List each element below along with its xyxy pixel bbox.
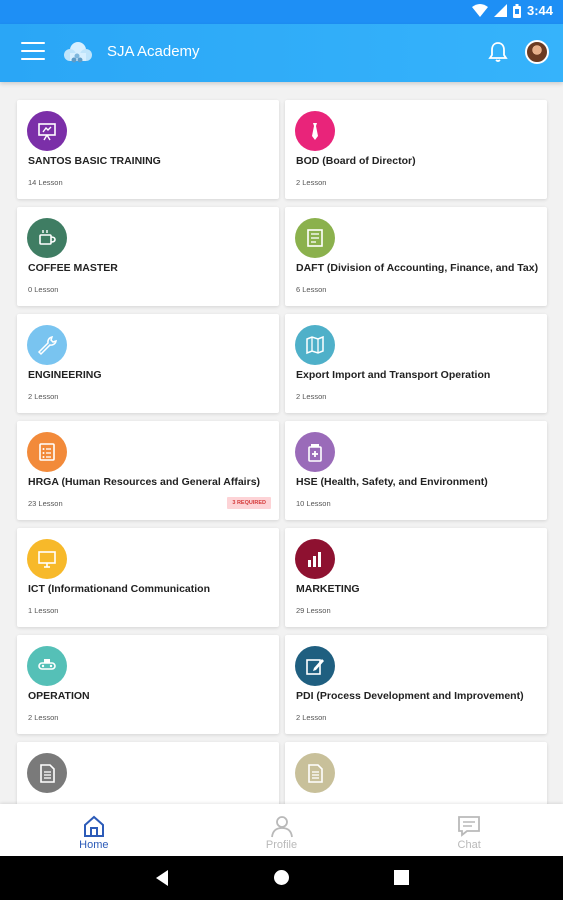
course-title: HRGA (Human Resources and General Affair… [28,476,261,488]
lesson-count: 23 Lesson [28,499,63,508]
course-card[interactable]: MARKETING 29 Lesson [285,528,547,627]
ledger-icon [295,218,335,258]
course-card[interactable]: OPERATION 2 Lesson [17,635,279,734]
bar-chart-icon [295,539,335,579]
course-card[interactable]: HSE (Health, Safety, and Environment) 10 … [285,421,547,520]
document-icon [27,753,67,793]
home-circle-icon[interactable] [273,869,290,886]
course-card[interactable]: SANTOS BASIC TRAINING 14 Lesson [17,100,279,199]
course-list: SANTOS BASIC TRAINING 14 Lesson BOD (Board… [0,82,563,804]
course-title: DAFT (Division of Accounting, Finance, a… [296,262,539,274]
nav-home-label: Home [79,839,109,851]
lesson-count: 2 Lesson [296,713,327,722]
lesson-count: 10 Lesson [296,499,331,508]
nav-home[interactable]: Home [0,804,188,856]
checklist-icon [27,432,67,472]
course-card[interactable]: PDI (Process Development and Improvement… [285,635,547,734]
user-avatar[interactable] [525,40,549,64]
lesson-count: 2 Lesson [296,392,327,401]
document-icon [295,753,335,793]
notification-bell-icon[interactable] [486,40,510,64]
wrench-icon [27,325,67,365]
course-card[interactable] [285,742,547,804]
lesson-count: 29 Lesson [296,606,331,615]
system-navigation-bar [0,856,563,900]
course-title: MARKETING [296,583,360,595]
wifi-icon [471,4,488,17]
status-bar: 3:44 [0,0,563,24]
course-title: ICT (Informationand Communication [28,583,210,595]
status-time: 3:44 [526,3,553,18]
lesson-count: 1 Lesson [28,606,59,615]
nav-profile[interactable]: Profile [188,804,376,856]
course-card[interactable]: Export Import and Transport Operation 2 L… [285,314,547,413]
signal-icon [493,4,507,17]
lesson-count: 14 Lesson [28,178,63,187]
app-title: SJA Academy [107,43,200,60]
lesson-count: 0 Lesson [28,285,59,294]
course-card[interactable] [17,742,279,804]
course-title: OPERATION [28,690,90,702]
course-card[interactable]: COFFEE MASTER 0 Lesson [17,207,279,306]
course-title: HSE (Health, Safety, and Environment) [296,476,488,488]
course-card[interactable]: HRGA (Human Resources and General Affair… [17,421,279,520]
course-title: PDI (Process Development and Improvement… [296,690,524,702]
course-card[interactable]: BOD (Board of Director) 2 Lesson [285,100,547,199]
back-icon[interactable] [154,869,170,887]
home-icon [83,815,104,837]
battery-icon [512,3,521,18]
nav-chat[interactable]: Chat [375,804,563,856]
recents-square-icon[interactable] [394,870,409,885]
medicine-icon [295,432,335,472]
course-title: COFFEE MASTER [28,262,118,274]
edit-icon [295,646,335,686]
presentation-icon [27,111,67,151]
course-card[interactable]: ICT (Informationand Communication 1 Lesso… [17,528,279,627]
cloud-logo-icon [64,42,92,63]
nav-profile-label: Profile [265,839,298,851]
app-bar: SJA Academy [0,24,563,82]
chat-icon [458,816,481,837]
nav-chat-label: Chat [457,839,481,851]
lesson-count: 2 Lesson [296,178,327,187]
lesson-count: 2 Lesson [28,713,59,722]
course-title: Export Import and Transport Operation [296,369,491,381]
course-title: BOD (Board of Director) [296,155,416,167]
course-title: ENGINEERING [28,369,102,381]
coffee-cup-icon [27,218,67,258]
map-icon [295,325,335,365]
bottom-navigation: Home Profile Chat [0,804,563,856]
course-card[interactable]: ENGINEERING 2 Lesson [17,314,279,413]
lesson-count: 6 Lesson [296,285,327,294]
course-title: SANTOS BASIC TRAINING [28,155,161,167]
required-badge: 3 REQUIRED [227,497,271,509]
person-icon [270,816,293,838]
lesson-count: 2 Lesson [28,392,59,401]
tie-icon [295,111,335,151]
course-card[interactable]: DAFT (Division of Accounting, Finance, a… [285,207,547,306]
conveyor-icon [27,646,67,686]
monitor-icon [27,539,67,579]
hamburger-menu-icon[interactable] [21,42,45,62]
